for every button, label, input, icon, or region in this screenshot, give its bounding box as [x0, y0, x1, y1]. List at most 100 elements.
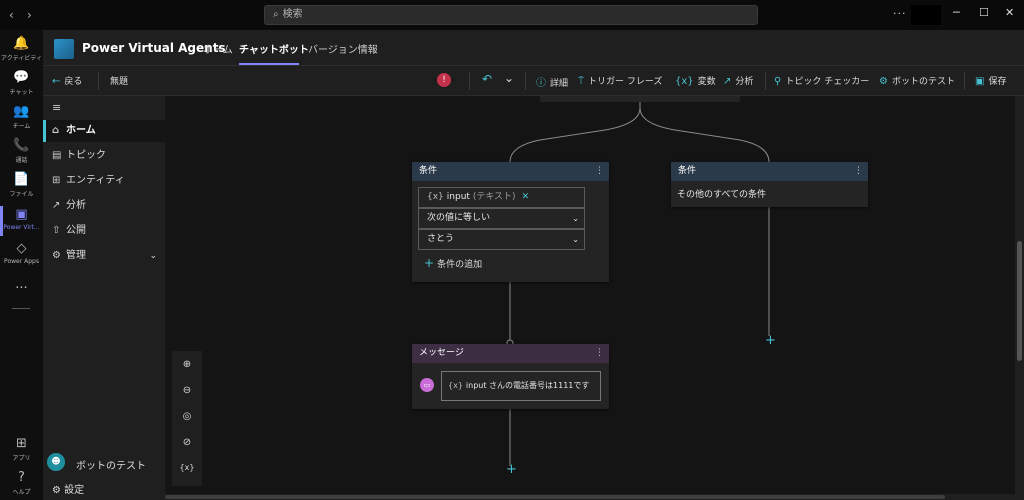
title-bar: ‹ › ⌕ 検索 ··· ─ ☐ ✕ [0, 0, 1024, 30]
authoring-canvas[interactable]: 条件 ⋮ {x} input (テキスト) ✕ 次の値に等しい ⌄ さとう ⌄ + 条件の… [165, 96, 1015, 496]
undo-dropdown-chevron-icon[interactable]: ⌄ [504, 71, 514, 85]
divider [765, 72, 766, 90]
power-virtual-agents-logo-icon [54, 39, 74, 59]
sidebar: ≡ ⌂ ホーム ▤ トピック ⊞ エンティティ ↗ 分析 ⇧ 公開 ⚙ 管理 ⌄ ☻ ボット… [43, 96, 165, 500]
minimize-icon[interactable]: ─ [953, 6, 960, 19]
rail-label: ファイル [9, 191, 34, 198]
message-text-field[interactable]: {x} input さんの電話番号は1111です [441, 371, 601, 401]
rail-item-apps[interactable]: ⊞ アプリ [0, 437, 43, 463]
fit-view-icon[interactable]: ◎ [172, 411, 202, 422]
zoom-out-icon[interactable]: ⊖ [172, 385, 202, 396]
rail-item-files[interactable]: 📄 ファイル [0, 172, 43, 199]
divider [98, 72, 99, 90]
rail-item-activity[interactable]: 🔔 アクティビティ [0, 36, 43, 63]
trigger-phrases-button[interactable]: ⍑ トリガー フレーズ [578, 74, 662, 87]
scrollbar-thumb[interactable] [1017, 241, 1022, 361]
other-condition-title: 条件 [678, 166, 697, 176]
rail-label: アプリ [12, 455, 31, 462]
maximize-icon[interactable]: ☐ [979, 6, 989, 19]
add-node-plus-icon[interactable]: + [506, 462, 517, 477]
plus-icon: + [424, 256, 435, 270]
zoom-in-icon[interactable]: ⊕ [172, 359, 202, 370]
rail-item-more[interactable]: ··· [0, 282, 43, 296]
value-dropdown[interactable]: さとう ⌄ [418, 229, 585, 250]
topic-checker-button[interactable]: ⚲ トピック チェッカー [774, 74, 869, 87]
sidebar-item-topics[interactable]: ▤ トピック [43, 145, 165, 167]
other-condition-node[interactable]: 条件 ⋮ その他のすべての条件 [671, 162, 868, 207]
rail-label: Power Apps [4, 258, 39, 265]
condition-value: さとう [427, 234, 455, 244]
close-icon[interactable]: ✕ [1005, 6, 1014, 19]
message-node[interactable]: メッセージ ⋮ ▭ {x} input さんの電話番号は1111です [412, 344, 609, 409]
vertical-scrollbar[interactable] [1015, 96, 1024, 500]
sidebar-item-entities[interactable]: ⊞ エンティティ [43, 170, 165, 192]
test-bot-label: ボットのテスト [891, 77, 955, 87]
sidebar-active-indicator [43, 120, 46, 142]
horizontal-scrollbar[interactable] [165, 494, 1015, 500]
wrench-icon: ⚙ [52, 250, 61, 261]
rail-item-teams[interactable]: 👥 チーム [0, 104, 43, 131]
rail-label: 通話 [15, 157, 28, 164]
condition-node-header: 条件 ⋮ [412, 162, 609, 181]
condition-variable-field[interactable]: {x} input (テキスト) ✕ [418, 187, 585, 208]
more-options-icon[interactable]: ··· [893, 7, 907, 20]
sidebar-item-home[interactable]: ⌂ ホーム [43, 120, 165, 142]
sidebar-item-manage[interactable]: ⚙ 管理 ⌄ [43, 245, 165, 267]
chevron-down-icon: ⌄ [572, 214, 579, 223]
error-icon[interactable]: ! [437, 73, 451, 87]
details-button[interactable]: ⓘ 詳細 [536, 74, 568, 89]
settings-link[interactable]: ⚙ 設定 [52, 481, 84, 496]
remove-variable-icon[interactable]: ✕ [522, 192, 530, 202]
teams-icon: 👥 [13, 104, 30, 119]
node-menu-icon[interactable]: ⋮ [595, 162, 604, 181]
sidebar-item-analytics[interactable]: ↗ 分析 [43, 195, 165, 217]
message-text: input さんの電話番号は1111です [465, 381, 590, 390]
rail-item-calls[interactable]: 📞 通話 [0, 139, 43, 165]
tab-version-info[interactable]: バージョン情報 [308, 41, 378, 56]
file-icon: 📄 [13, 172, 30, 187]
bot-icon: ⚙ [879, 76, 888, 87]
analytics-button[interactable]: ↗ 分析 [723, 74, 753, 87]
back-arrow-icon[interactable]: ‹ [9, 8, 14, 22]
search-input[interactable]: ⌕ 検索 [264, 5, 758, 25]
trigger-label: トリガー フレーズ [588, 77, 663, 87]
zoom-controls: ⊕ ⊖ ◎ ⊘ {x} [172, 351, 202, 486]
test-bot-link[interactable]: ボットのテスト [76, 457, 146, 472]
topic-name[interactable]: 無題 [110, 74, 128, 87]
condition-node[interactable]: 条件 ⋮ {x} input (テキスト) ✕ 次の値に等しい ⌄ さとう ⌄ + 条件の… [412, 162, 609, 282]
add-node-plus-icon[interactable]: + [765, 333, 776, 348]
node-menu-icon[interactable]: ⋮ [854, 162, 863, 181]
bot-avatar-icon[interactable]: ☻ [47, 453, 65, 471]
rail-item-power-apps[interactable]: ◇ Power Apps [0, 242, 43, 266]
rail-item-help[interactable]: ? ヘルプ [0, 471, 43, 497]
operator-value: 次の値に等しい [427, 213, 491, 223]
variable-icon: {x} [427, 192, 444, 202]
undo-icon[interactable]: ↶ [482, 72, 492, 86]
bell-icon: 🔔 [13, 36, 30, 51]
node-menu-icon[interactable]: ⋮ [595, 344, 604, 363]
test-bot-button[interactable]: ⚙ ボットのテスト [879, 74, 955, 87]
chevron-down-icon: ⌄ [149, 251, 157, 261]
rail-item-power-virtual-agents[interactable]: ▣ Power Virt... [0, 208, 43, 232]
back-button[interactable]: ← 戻る [52, 74, 82, 87]
hamburger-menu-icon[interactable]: ≡ [52, 101, 61, 114]
tab-home[interactable]: ホーム [203, 41, 233, 56]
reset-view-icon[interactable]: ⊘ [172, 437, 202, 448]
add-condition-button[interactable]: + 条件の追加 [424, 256, 482, 270]
variables-icon[interactable]: {x} [172, 463, 202, 472]
variables-button[interactable]: {x} 変数 [675, 74, 716, 87]
forward-arrow-icon[interactable]: › [27, 8, 32, 22]
rail-item-chat[interactable]: 💬 チャット [0, 71, 43, 97]
scrollbar-thumb[interactable] [165, 495, 945, 499]
avatar[interactable] [911, 5, 941, 25]
tab-chatbot[interactable]: チャットボット [239, 41, 309, 56]
other-condition-node-header: 条件 ⋮ [671, 162, 868, 181]
operator-dropdown[interactable]: 次の値に等しい ⌄ [418, 208, 585, 229]
save-button[interactable]: ▣ 保存 [975, 74, 1006, 87]
sidebar-item-label: トピック [66, 150, 106, 161]
sidebar-item-publish[interactable]: ⇧ 公開 [43, 220, 165, 242]
more-apps-icon: ··· [15, 281, 28, 296]
message-node-title: メッセージ [419, 348, 464, 358]
publish-icon: ⇧ [52, 225, 61, 236]
divider [525, 72, 526, 90]
